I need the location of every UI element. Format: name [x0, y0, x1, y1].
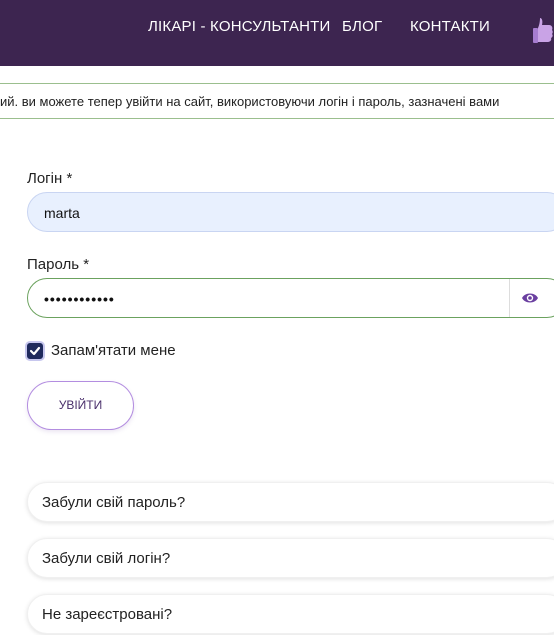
nav-item-contacts[interactable]: КОНТАКТИ — [410, 18, 490, 35]
forgot-login-link[interactable]: Забули свій логін? — [27, 538, 554, 578]
thumbs-up-icon[interactable] — [532, 16, 554, 46]
login-input[interactable]: marta — [27, 192, 554, 232]
login-button[interactable]: УВІЙТИ — [27, 381, 134, 430]
forgot-password-link[interactable]: Забули свій пароль? — [27, 482, 554, 522]
nav-item-blog[interactable]: БЛОГ — [342, 18, 382, 35]
top-navbar: ЛІКАРІ - КОНСУЛЬТАНТИ БЛОГ КОНТАКТИ — [0, 0, 554, 66]
checkmark-icon — [29, 346, 41, 356]
notice-text: ий. ви можете тепер увійти на сайт, вико… — [0, 94, 500, 109]
remember-me-label: Запам'ятати мене — [51, 342, 176, 359]
nav-item-doctors[interactable]: ЛІКАРІ - КОНСУЛЬТАНТИ — [148, 18, 331, 35]
password-toggle-divider — [509, 279, 510, 317]
remember-me-checkbox[interactable] — [27, 343, 43, 359]
eye-icon[interactable] — [521, 290, 539, 306]
registration-notice: ий. ви можете тепер увійти на сайт, вико… — [0, 83, 554, 119]
password-input[interactable]: •••••••••••• — [27, 278, 554, 318]
login-label: Логін * — [27, 170, 73, 187]
register-link[interactable]: Не зареєстровані? — [27, 594, 554, 634]
password-label: Пароль * — [27, 256, 90, 273]
